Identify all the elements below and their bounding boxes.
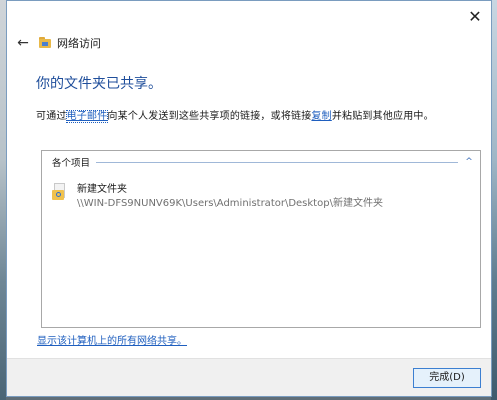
title-bar: ✕ [7,1,491,31]
group-label: 各个项目 [52,158,91,169]
item-path: \\WIN-DFS9NUNV69K\Users\Administrator\De… [77,198,383,209]
close-icon[interactable]: ✕ [465,7,485,27]
page-heading: 你的文件夹已共享。 [36,76,162,92]
back-arrow-icon[interactable]: ← [13,33,33,53]
shared-items-list: 各个项目 ^ 新建文件夹 \\WIN-DFS9NUNV69K\Users\Adm… [41,150,481,328]
button-bar: 完成(D) [7,358,491,396]
share-description: 可通过电子邮件向某个人发送到这些共享项的链接，或将链接复制并粘贴到其他应用中。 [36,107,476,123]
group-header[interactable]: 各个项目 ^ [52,155,474,169]
window-title: 网络访问 [57,37,101,50]
description-text-end: 并粘贴到其他应用中。 [331,111,434,122]
description-text-start: 可通过 [36,111,67,122]
list-item[interactable]: 新建文件夹 \\WIN-DFS9NUNV69K\Users\Administra… [52,180,452,210]
item-name: 新建文件夹 [77,184,127,195]
shared-folder-icon [52,183,66,201]
network-folder-icon [39,37,51,49]
show-all-shares-link[interactable]: 显示该计算机上的所有网络共享。 [37,332,187,347]
copy-link[interactable]: 复制 [311,111,331,122]
done-button[interactable]: 完成(D) [413,368,481,388]
group-divider [96,161,458,163]
collapse-chevron-icon[interactable]: ^ [464,157,474,167]
email-link[interactable]: 电子邮件 [65,110,109,123]
network-access-dialog: ✕ ← 网络访问 你的文件夹已共享。 可通过电子邮件向某个人发送到这些共享项的链… [6,0,492,397]
navigation-row: ← 网络访问 [13,33,313,53]
description-text-middle: 向某个人发送到这些共享项的链接，或将链接 [107,111,312,122]
